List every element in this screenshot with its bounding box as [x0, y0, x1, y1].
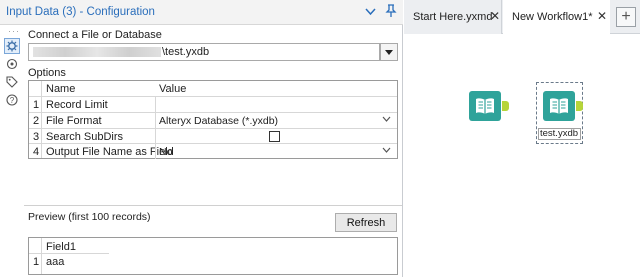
file-path-input[interactable]: \test.yxdb: [28, 43, 380, 61]
preview-label: Preview (first 100 records): [28, 211, 151, 223]
tab-label: Start Here.yxmd: [413, 11, 493, 23]
option-name: Search SubDirs: [46, 131, 124, 143]
svg-text:?: ?: [10, 96, 15, 105]
options-grid: Name Value 1 Record Limit 2 File Format …: [28, 80, 398, 159]
input-data-tool[interactable]: [469, 91, 501, 121]
output-anchor[interactable]: [502, 101, 509, 111]
preview-grid: Field1 1 aaa: [28, 237, 398, 275]
option-name: File Format: [46, 115, 102, 127]
search-subdirs-checkbox[interactable]: [269, 131, 280, 142]
option-row-record-limit[interactable]: 1 Record Limit: [29, 96, 397, 112]
row-number: 3: [33, 131, 40, 143]
chevron-down-icon[interactable]: [382, 114, 391, 125]
tag-icon[interactable]: [4, 74, 20, 90]
option-value: No: [159, 146, 173, 158]
row-divider: [29, 253, 109, 254]
collapse-chevron-icon[interactable]: [362, 4, 378, 20]
chevron-down-icon[interactable]: [382, 145, 391, 156]
book-icon: [550, 98, 568, 114]
file-dropdown-button[interactable]: [380, 43, 398, 61]
tab-label: New Workflow1*: [512, 11, 593, 23]
search-subdirs-cell: [155, 129, 396, 144]
help-icon[interactable]: ?: [4, 92, 20, 108]
preview-cell[interactable]: aaa: [46, 256, 64, 268]
option-row-file-format[interactable]: 2 File Format Alteryx Database (*.yxdb): [29, 112, 397, 128]
row-number: 1: [33, 99, 40, 111]
target-icon[interactable]: [4, 56, 20, 72]
option-row-search-subdirs[interactable]: 3 Search SubDirs: [29, 128, 397, 144]
divider: [24, 205, 402, 206]
preview-row-number: 1: [33, 256, 40, 268]
file-path-text: \test.yxdb: [162, 46, 210, 58]
options-header: Name Value: [29, 81, 397, 96]
option-name: Record Limit: [46, 99, 108, 111]
config-header: Input Data (3) - Configuration: [0, 0, 403, 25]
record-limit-input[interactable]: [155, 97, 396, 112]
column-divider: [41, 238, 42, 274]
config-title: Input Data (3) - Configuration: [6, 6, 155, 18]
add-tab-button[interactable]: +: [616, 7, 636, 27]
tab-start-here[interactable]: Start Here.yxmd ✕: [404, 0, 502, 34]
config-sidebar: ?: [0, 26, 24, 277]
redacted-path: [33, 47, 161, 57]
input-data-tool-selected[interactable]: [543, 91, 575, 121]
header-value: Value: [159, 83, 187, 95]
option-row-output-file-name[interactable]: 4 Output File Name as Field No: [29, 143, 397, 159]
pin-icon[interactable]: [383, 4, 399, 20]
options-label: Options: [28, 67, 66, 79]
output-file-name-select[interactable]: No: [155, 144, 396, 159]
row-number: 2: [33, 115, 40, 127]
book-icon: [476, 98, 494, 114]
close-icon[interactable]: ✕: [490, 9, 500, 23]
preview-column-header: Field1: [46, 241, 76, 253]
workflow-canvas[interactable]: [404, 35, 640, 277]
tab-new-workflow[interactable]: New Workflow1* ✕: [503, 0, 610, 35]
output-anchor[interactable]: [576, 101, 583, 111]
header-name: Name: [46, 83, 76, 95]
row-number: 4: [33, 146, 40, 158]
option-value: Alteryx Database (*.yxdb): [159, 115, 279, 127]
close-icon[interactable]: ✕: [597, 9, 607, 23]
configuration-panel: Input Data (3) - Configuration ··· ? Con…: [0, 0, 403, 277]
file-format-select[interactable]: Alteryx Database (*.yxdb): [155, 113, 396, 128]
refresh-button[interactable]: Refresh: [335, 213, 397, 232]
tool-caption: test.yxdb: [538, 128, 581, 140]
gear-icon[interactable]: [4, 38, 20, 54]
connect-label: Connect a File or Database: [28, 29, 162, 41]
